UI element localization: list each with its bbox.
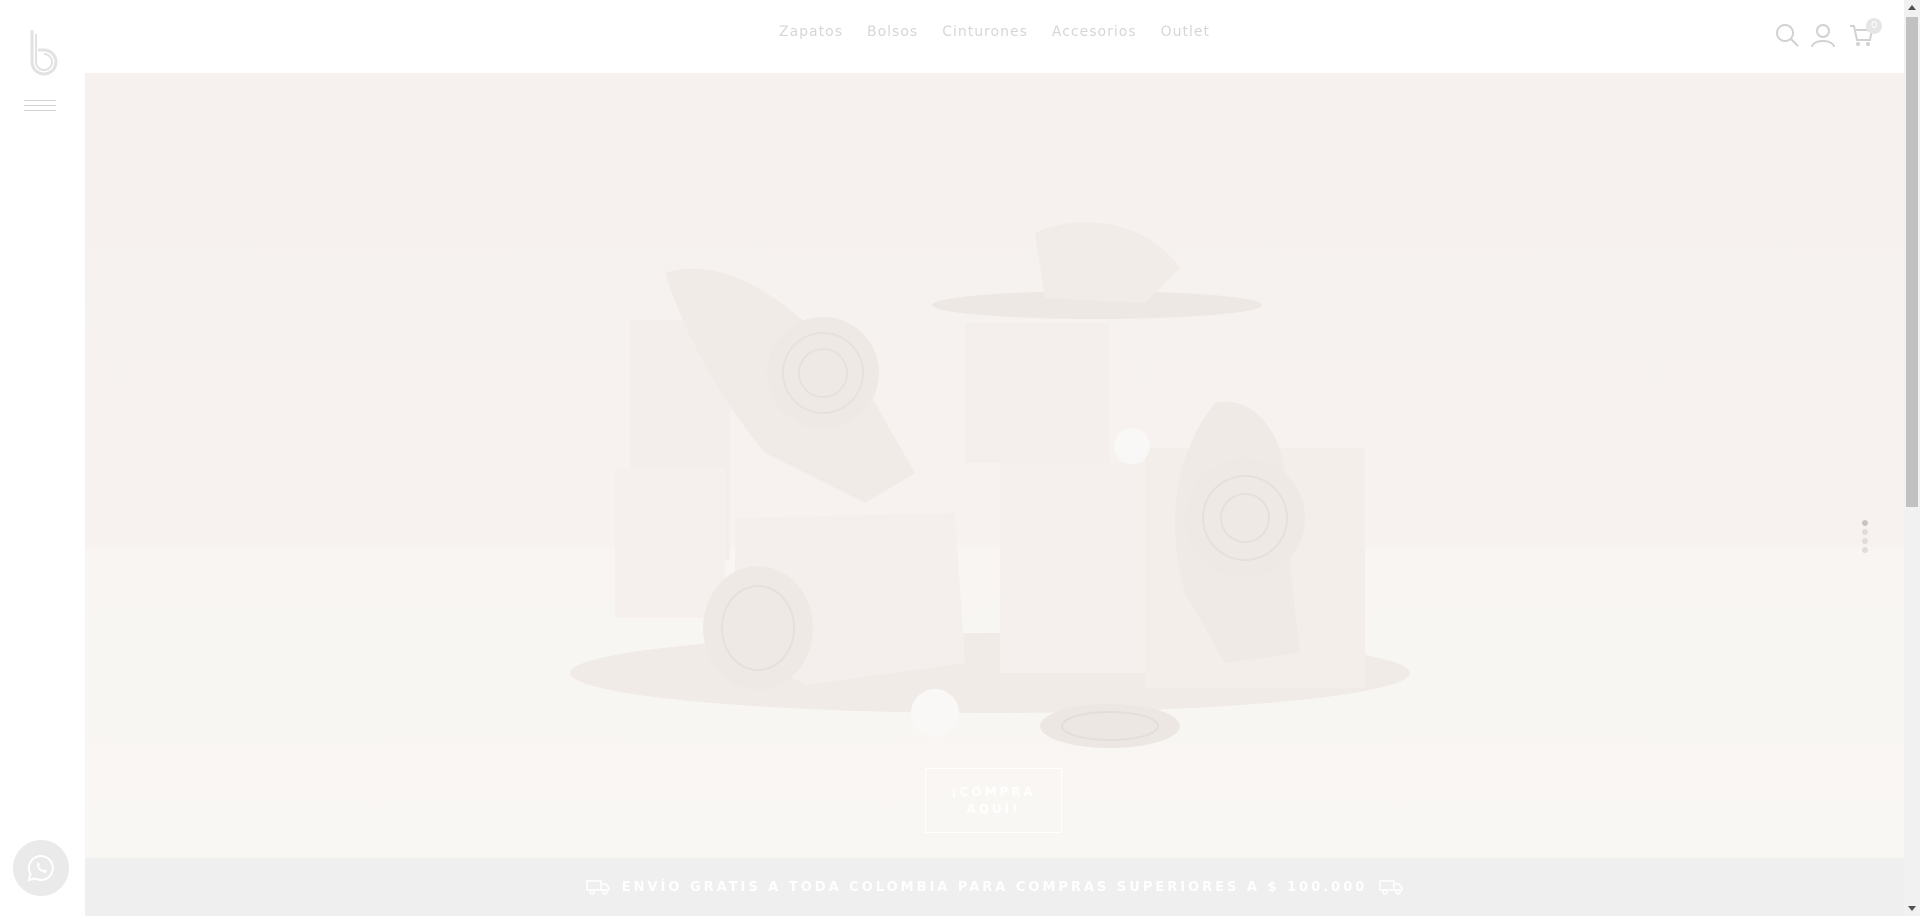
nav-item-cinturones[interactable]: Cinturones (942, 24, 1028, 40)
slider-dot-4[interactable] (1862, 547, 1868, 553)
hero-banner[interactable]: ¡COMPRA AQUÍ! (85, 73, 1904, 858)
scroll-thumb[interactable] (1906, 17, 1918, 507)
whatsapp-icon (27, 854, 54, 882)
scroll-down-arrow-icon[interactable] (1904, 900, 1920, 916)
header: Zapatos Bolsos Cinturones Accesorios Out… (85, 0, 1904, 73)
page-scrollbar[interactable] (1904, 0, 1920, 916)
search-icon[interactable] (1774, 22, 1800, 48)
cart-count-badge: 0 (1866, 18, 1882, 34)
truck-icon (585, 880, 610, 895)
hero-image (570, 222, 1410, 748)
scroll-up-arrow-icon[interactable] (1904, 0, 1920, 16)
main-nav: Zapatos Bolsos Cinturones Accesorios Out… (85, 24, 1904, 40)
nav-item-outlet[interactable]: Outlet (1161, 24, 1210, 40)
nav-item-bolsos[interactable]: Bolsos (867, 24, 918, 40)
brand-logo[interactable] (26, 28, 58, 76)
nav-item-accesorios[interactable]: Accesorios (1052, 24, 1137, 40)
header-actions: 0 (1774, 18, 1884, 52)
sidebar (0, 0, 85, 916)
user-icon[interactable] (1810, 22, 1836, 48)
whatsapp-button[interactable] (13, 840, 69, 896)
slider-dot-1[interactable] (1862, 520, 1868, 526)
shipping-text: ENVÍO GRATIS A TODA COLOMBIA PARA COMPRA… (621, 879, 1368, 895)
cart-button[interactable]: 0 (1848, 18, 1882, 48)
nav-item-zapatos[interactable]: Zapatos (779, 24, 843, 40)
slider-dot-2[interactable] (1862, 529, 1868, 535)
truck-icon (1379, 880, 1404, 895)
slider-dot-3[interactable] (1862, 538, 1868, 544)
cta-line-2: AQUÍ! (966, 802, 1021, 816)
shop-now-button[interactable]: ¡COMPRA AQUÍ! (925, 768, 1062, 833)
shipping-banner: ENVÍO GRATIS A TODA COLOMBIA PARA COMPRA… (85, 858, 1904, 916)
menu-icon[interactable] (24, 100, 56, 114)
slider-dots (1862, 520, 1870, 562)
cta-line-1: ¡COMPRA (951, 785, 1036, 799)
